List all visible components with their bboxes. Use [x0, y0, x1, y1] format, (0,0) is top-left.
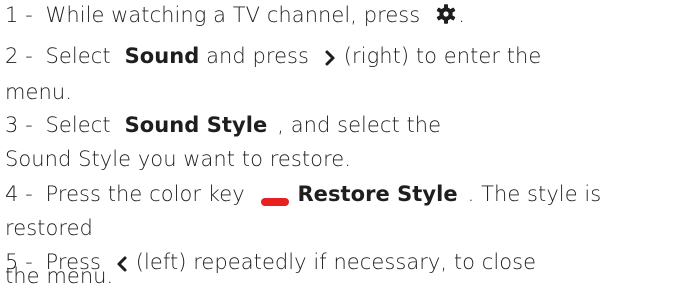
- gear-icon: [434, 2, 458, 26]
- step-number: 2: [5, 44, 19, 68]
- step-text: (right) to enter the: [343, 44, 542, 68]
- step-number: 3: [5, 113, 19, 137]
- step-number: 1: [5, 3, 19, 27]
- step-3-line-cont: Sound Style you want to restore.: [5, 145, 686, 174]
- step-text: Sound Style you want to restore.: [5, 147, 351, 171]
- step-text: Select: [45, 113, 111, 137]
- menu-keyword: Sound: [124, 44, 200, 68]
- step-4-line: 4 - Press the color key Restore Style . T…: [5, 180, 686, 209]
- step-separator: -: [18, 182, 40, 206]
- step-text: Select: [45, 44, 111, 68]
- step-text: , and select the: [277, 113, 442, 137]
- step-text: restored: [5, 216, 93, 240]
- step-text: Press the color key: [45, 182, 245, 206]
- step-text: and press: [206, 44, 310, 68]
- step-separator: -: [18, 44, 40, 68]
- step-text: menu.: [5, 80, 72, 104]
- step-number: 4: [5, 182, 19, 206]
- step-5-line-cont: the menu.: [5, 262, 686, 291]
- step-2-line: 2 - Select Sound and press (right) to ent…: [5, 42, 686, 71]
- step-text: . The style is: [467, 182, 602, 206]
- step-2-line-cont: menu.: [5, 78, 686, 107]
- step-1-line: 1 - While watching a TV channel, press .: [5, 1, 686, 30]
- step-text: the menu.: [5, 264, 114, 288]
- instruction-document: 1 - While watching a TV channel, press .…: [0, 0, 690, 300]
- step-separator: -: [18, 113, 40, 137]
- menu-keyword: Sound Style: [124, 113, 268, 137]
- step-3-line: 3 - Select Sound Style , and select the: [5, 111, 686, 140]
- step-separator: -: [18, 3, 40, 27]
- red-key-icon: [259, 187, 291, 206]
- step-4-line-cont: restored: [5, 214, 686, 243]
- step-text: .: [458, 3, 466, 27]
- step-text: While watching a TV channel, press: [45, 3, 421, 27]
- chevron-right-icon: [323, 46, 337, 66]
- menu-keyword: Restore Style: [297, 182, 458, 206]
